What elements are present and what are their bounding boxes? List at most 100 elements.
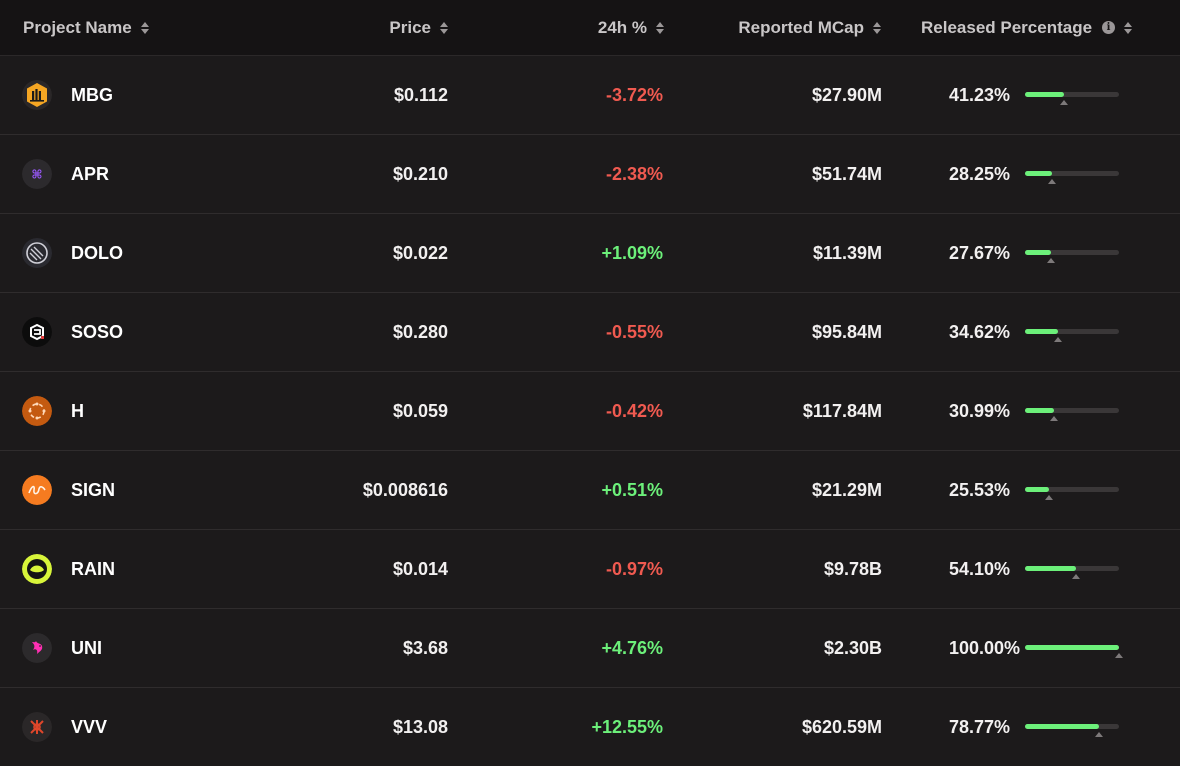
released-percentage-cell: 100.00% [949, 609, 1023, 687]
price-cell: $0.059 [392, 400, 448, 421]
project-name-cell[interactable]: UNI [22, 609, 102, 687]
price-cell: $0.022 [392, 242, 448, 263]
reported-mcap-cell: $2.30B [823, 637, 882, 658]
sort-icon[interactable] [656, 21, 664, 34]
project-name-header-label: Project Name [23, 17, 132, 37]
released-percentage-cell: 54.10% [949, 530, 1023, 608]
project-name-cell[interactable]: MBG [22, 56, 113, 134]
released-progress-bar [1025, 329, 1119, 342]
project-name-cell[interactable]: VVV [22, 688, 107, 766]
change-24h-cell: +12.55% [591, 716, 663, 737]
released-progress-fill [1025, 171, 1052, 176]
project-name-cell[interactable]: DOLO [22, 214, 123, 292]
table-row[interactable]: ⌘ APR $0.210 -2.38% $51.74M 28.25% [0, 135, 1180, 214]
table-row[interactable]: DOLO $0.022 +1.09% $11.39M 27.67% [0, 214, 1180, 293]
price-cell: $0.008616 [362, 479, 448, 500]
price-cell: $0.210 [392, 163, 448, 184]
released-progress-fill [1025, 487, 1049, 492]
project-symbol: MBG [71, 84, 113, 105]
released-marker-icon [1071, 574, 1080, 579]
released-progress-fill [1025, 645, 1119, 650]
released-progress-fill [1025, 566, 1076, 571]
released-percentage-cell: 25.53% [949, 451, 1023, 529]
change-24h-cell: +4.76% [601, 637, 663, 658]
released-marker-icon [1095, 732, 1104, 737]
table-row[interactable]: H $0.059 -0.42% $117.84M 30.99% [0, 372, 1180, 451]
table-row[interactable]: RAIN $0.014 -0.97% $9.78B 54.10% [0, 530, 1180, 609]
mcap-header-label: Reported MCap [738, 17, 864, 37]
column-header-reported-mcap[interactable]: Reported MCap [738, 0, 881, 55]
table-row[interactable]: SOSO $0.280 -0.55% $95.84M 34.62% [0, 293, 1180, 372]
reported-mcap-cell: $21.29M [811, 479, 882, 500]
reported-mcap-cell: $9.78B [823, 558, 882, 579]
released-percentage-value: 30.99% [949, 400, 1011, 421]
table-row[interactable]: VVV $13.08 +12.55% $620.59M 78.77% [0, 688, 1180, 766]
rain-logo-icon [22, 554, 52, 584]
released-progress-bar [1025, 250, 1119, 263]
released-percentage-value: 34.62% [949, 321, 1011, 342]
project-symbol: UNI [71, 637, 102, 658]
column-header-project-name[interactable]: Project Name [23, 0, 149, 55]
apr-logo-icon: ⌘ [22, 159, 52, 189]
sort-icon[interactable] [1124, 21, 1133, 34]
released-percentage-cell: 78.77% [949, 688, 1023, 766]
sort-icon[interactable] [873, 21, 881, 34]
table-body: MBG $0.112 -3.72% $27.90M 41.23% ⌘ APR $0.210 -2… [0, 56, 1180, 766]
dolo-logo-icon [22, 238, 52, 268]
released-percentage-value: 25.53% [949, 479, 1011, 500]
price-cell: $13.08 [392, 716, 448, 737]
column-header-price[interactable]: Price [389, 0, 448, 55]
table-row[interactable]: SIGN $0.008616 +0.51% $21.29M 25.53% [0, 451, 1180, 530]
reported-mcap-cell: $27.90M [811, 84, 882, 105]
reported-mcap-cell: $11.39M [812, 242, 882, 263]
change-24h-cell: +0.51% [601, 479, 663, 500]
released-progress-fill [1025, 724, 1100, 729]
released-progress-bar [1025, 724, 1119, 737]
released-progress-fill [1025, 92, 1064, 97]
released-percentage-value: 100.00% [949, 637, 1021, 658]
released-progress-bar [1025, 171, 1119, 184]
reported-mcap-cell: $95.84M [811, 321, 882, 342]
project-symbol: VVV [71, 716, 108, 737]
price-cell: $3.68 [402, 637, 448, 658]
column-header-24h-change[interactable]: 24h % [598, 0, 664, 55]
project-symbol: DOLO [71, 242, 123, 263]
released-percentage-cell: 34.62% [949, 293, 1023, 371]
svg-text:⌘: ⌘ [31, 168, 42, 182]
mbg-logo-icon [22, 80, 52, 110]
released-progress-bar [1025, 487, 1119, 500]
released-marker-icon [1044, 495, 1053, 500]
project-name-cell[interactable]: RAIN [22, 530, 115, 608]
released-percentage-cell: 30.99% [949, 372, 1023, 450]
change-24h-cell: +1.09% [601, 242, 663, 263]
released-percentage-value: 54.10% [949, 558, 1011, 579]
reported-mcap-cell: $117.84M [802, 400, 882, 421]
sort-icon[interactable] [140, 21, 149, 34]
sort-icon[interactable] [440, 21, 448, 34]
project-symbol: SOSO [71, 321, 124, 342]
released-progress-bar [1025, 408, 1119, 421]
project-symbol: H [71, 400, 84, 421]
column-header-released-percentage[interactable]: Released Percentage i [921, 0, 1133, 55]
info-icon[interactable]: i [1102, 21, 1116, 34]
project-name-cell[interactable]: SIGN [22, 451, 115, 529]
released-marker-icon [1053, 337, 1062, 342]
released-marker-icon [1047, 258, 1055, 263]
project-name-cell[interactable]: ⌘ APR [22, 135, 109, 213]
project-symbol: APR [71, 163, 110, 184]
change-24h-cell: -3.72% [605, 84, 663, 105]
token-unlock-table: Project Name Price 24h % Reported MCap R… [0, 0, 1180, 766]
table-row[interactable]: UNI $3.68 +4.76% $2.30B 100.00% [0, 609, 1180, 688]
released-percentage-value: 78.77% [949, 716, 1011, 737]
released-header-label: Released Percentage [921, 17, 1093, 37]
change-24h-cell: -0.55% [605, 321, 663, 342]
sign-logo-icon [22, 475, 52, 505]
table-row[interactable]: MBG $0.112 -3.72% $27.90M 41.23% [0, 56, 1180, 135]
project-name-cell[interactable]: H [22, 372, 84, 450]
reported-mcap-cell: $620.59M [801, 716, 882, 737]
price-cell: $0.112 [393, 84, 448, 105]
released-marker-icon [1047, 179, 1056, 184]
project-name-cell[interactable]: SOSO [22, 293, 123, 371]
soso-logo-icon [22, 317, 52, 347]
released-progress-bar [1025, 645, 1123, 658]
